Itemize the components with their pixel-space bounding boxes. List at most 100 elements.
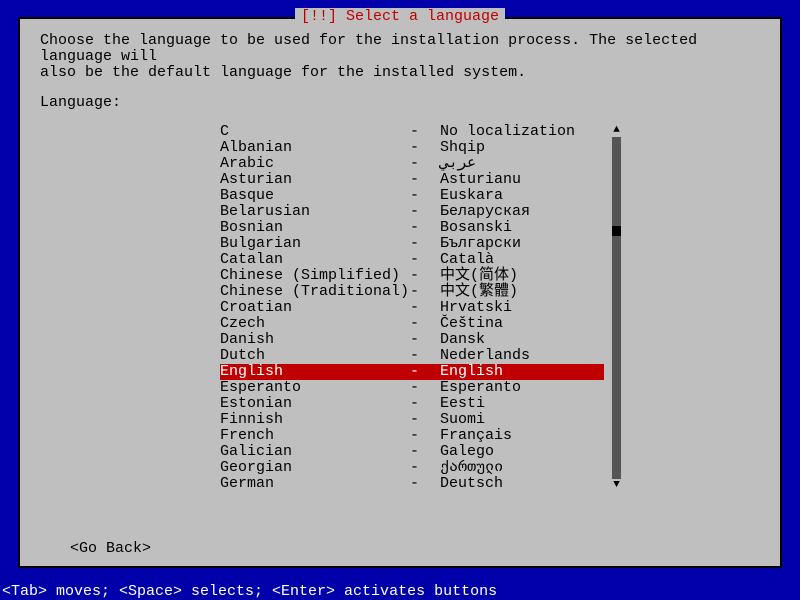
scrollbar[interactable]: ▲ ▼: [612, 124, 621, 492]
dialog-window: [!!] Select a language Choose the langua…: [18, 17, 782, 568]
language-name: Asturian: [220, 172, 410, 188]
language-native: Hrvatski: [440, 300, 604, 316]
language-item[interactable]: Bosnian-Bosanski: [220, 220, 604, 236]
separator: -: [410, 348, 440, 364]
scroll-up-icon[interactable]: ▲: [613, 124, 620, 137]
language-native: Deutsch: [440, 476, 604, 492]
language-name: Belarusian: [220, 204, 410, 220]
separator: -: [410, 284, 440, 300]
language-item[interactable]: Estonian-Eesti: [220, 396, 604, 412]
description-text: Choose the language to be used for the i…: [40, 33, 760, 81]
language-list[interactable]: C-No localizationAlbanian-ShqipArabic-عر…: [220, 124, 604, 492]
language-native: 中文(简体): [440, 268, 604, 284]
language-name: Bulgarian: [220, 236, 410, 252]
language-item[interactable]: French-Français: [220, 428, 604, 444]
language-native: No localization: [440, 124, 604, 140]
language-name: Galician: [220, 444, 410, 460]
language-name: Czech: [220, 316, 410, 332]
separator: -: [410, 380, 440, 396]
separator: -: [410, 412, 440, 428]
language-native: Suomi: [440, 412, 604, 428]
scroll-down-icon[interactable]: ▼: [613, 479, 620, 492]
language-item[interactable]: Chinese (Traditional)-中文(繁體): [220, 284, 604, 300]
language-item[interactable]: C-No localization: [220, 124, 604, 140]
separator: -: [410, 252, 440, 268]
language-native: Esperanto: [440, 380, 604, 396]
separator: -: [410, 332, 440, 348]
language-item[interactable]: Arabic-عربي: [220, 156, 604, 172]
language-native: Nederlands: [440, 348, 604, 364]
language-native: Català: [440, 252, 604, 268]
language-item[interactable]: English-English: [220, 364, 604, 380]
language-item[interactable]: Belarusian-Беларуская: [220, 204, 604, 220]
separator: -: [410, 364, 440, 380]
language-item[interactable]: Galician-Galego: [220, 444, 604, 460]
language-native: عربي: [440, 156, 604, 172]
language-item[interactable]: Czech-Čeština: [220, 316, 604, 332]
separator: -: [410, 188, 440, 204]
language-item[interactable]: Finnish-Suomi: [220, 412, 604, 428]
language-name: French: [220, 428, 410, 444]
separator: -: [410, 156, 440, 172]
language-name: Chinese (Traditional): [220, 284, 410, 300]
language-name: Dutch: [220, 348, 410, 364]
dialog-title: [!!] Select a language: [295, 8, 505, 25]
separator: -: [410, 172, 440, 188]
language-name: Croatian: [220, 300, 410, 316]
language-name: C: [220, 124, 410, 140]
language-item[interactable]: Bulgarian-Български: [220, 236, 604, 252]
language-name: Chinese (Simplified): [220, 268, 410, 284]
language-name: Finnish: [220, 412, 410, 428]
language-name: Estonian: [220, 396, 410, 412]
language-name: Arabic: [220, 156, 410, 172]
list-area: C-No localizationAlbanian-ShqipArabic-عر…: [220, 124, 760, 492]
language-item[interactable]: Dutch-Nederlands: [220, 348, 604, 364]
language-native: Eesti: [440, 396, 604, 412]
language-native: Беларуская: [440, 204, 604, 220]
hint-bar: <Tab> moves; <Space> selects; <Enter> ac…: [0, 583, 800, 600]
language-native: Asturianu: [440, 172, 604, 188]
separator: -: [410, 396, 440, 412]
language-name: Catalan: [220, 252, 410, 268]
separator: -: [410, 316, 440, 332]
language-item[interactable]: Basque-Euskara: [220, 188, 604, 204]
language-item[interactable]: Danish-Dansk: [220, 332, 604, 348]
scroll-track[interactable]: [612, 137, 621, 479]
language-native: 中文(繁體): [440, 284, 604, 300]
language-name: Danish: [220, 332, 410, 348]
language-item[interactable]: Chinese (Simplified)-中文(简体): [220, 268, 604, 284]
language-native: Shqip: [440, 140, 604, 156]
separator: -: [410, 300, 440, 316]
language-name: Esperanto: [220, 380, 410, 396]
separator: -: [410, 140, 440, 156]
separator: -: [410, 124, 440, 140]
scroll-thumb[interactable]: [612, 226, 621, 236]
language-label: Language:: [40, 95, 760, 110]
separator: -: [410, 204, 440, 220]
language-item[interactable]: Asturian-Asturianu: [220, 172, 604, 188]
language-native: Čeština: [440, 316, 604, 332]
separator: -: [410, 460, 440, 476]
language-native: Български: [440, 236, 604, 252]
language-name: German: [220, 476, 410, 492]
language-item[interactable]: Albanian-Shqip: [220, 140, 604, 156]
go-back-button[interactable]: <Go Back>: [70, 541, 151, 556]
language-name: Basque: [220, 188, 410, 204]
language-item[interactable]: German-Deutsch: [220, 476, 604, 492]
language-item[interactable]: Croatian-Hrvatski: [220, 300, 604, 316]
language-item[interactable]: Esperanto-Esperanto: [220, 380, 604, 396]
language-native: English: [440, 364, 604, 380]
language-name: Albanian: [220, 140, 410, 156]
language-name: English: [220, 364, 410, 380]
language-native: Bosanski: [440, 220, 604, 236]
separator: -: [410, 268, 440, 284]
separator: -: [410, 444, 440, 460]
language-native: Français: [440, 428, 604, 444]
separator: -: [410, 428, 440, 444]
language-name: Georgian: [220, 460, 410, 476]
separator: -: [410, 236, 440, 252]
language-item[interactable]: Catalan-Català: [220, 252, 604, 268]
language-item[interactable]: Georgian-ქართული: [220, 460, 604, 476]
title-bar: [!!] Select a language: [20, 9, 780, 24]
separator: -: [410, 476, 440, 492]
